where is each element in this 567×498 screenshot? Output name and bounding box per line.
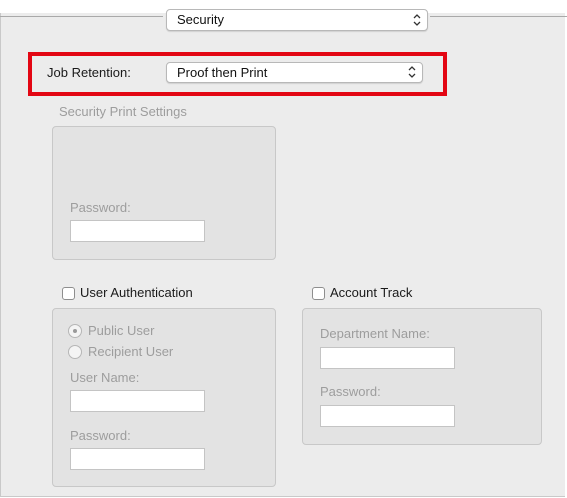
job-retention-value: Proof then Print [177, 65, 268, 80]
job-retention-popup[interactable]: Proof then Print [166, 62, 423, 83]
section-popup-value: Security [177, 12, 224, 27]
public-user-label: Public User [88, 323, 155, 338]
user-name-field[interactable] [70, 390, 205, 412]
user-authentication-checkbox[interactable] [62, 287, 75, 300]
account-track-password-label: Password: [320, 384, 381, 399]
user-auth-password-label: Password: [70, 428, 131, 443]
divider-right [430, 16, 567, 17]
account-track-checkbox[interactable] [312, 287, 325, 300]
recipient-user-label: Recipient User [88, 344, 174, 359]
department-name-label: Department Name: [320, 326, 430, 341]
updown-chevron-icon [413, 14, 421, 26]
section-popup[interactable]: Security [166, 9, 428, 31]
radio-selected-dot [73, 329, 77, 333]
department-name-field[interactable] [320, 347, 455, 369]
divider-left [0, 16, 163, 17]
security-password-field[interactable] [70, 220, 205, 242]
user-authentication-label: User Authentication [80, 285, 193, 300]
user-name-label: User Name: [70, 370, 140, 385]
account-track-password-field[interactable] [320, 405, 455, 427]
public-user-radio[interactable] [68, 324, 82, 338]
account-track-label: Account Track [330, 285, 413, 300]
security-password-label: Password: [70, 200, 131, 215]
job-retention-label: Job Retention: [47, 65, 131, 80]
recipient-user-radio[interactable] [68, 345, 82, 359]
updown-chevron-icon [408, 66, 416, 78]
security-print-settings-title: Security Print Settings [59, 104, 187, 119]
user-auth-password-field[interactable] [70, 448, 205, 470]
